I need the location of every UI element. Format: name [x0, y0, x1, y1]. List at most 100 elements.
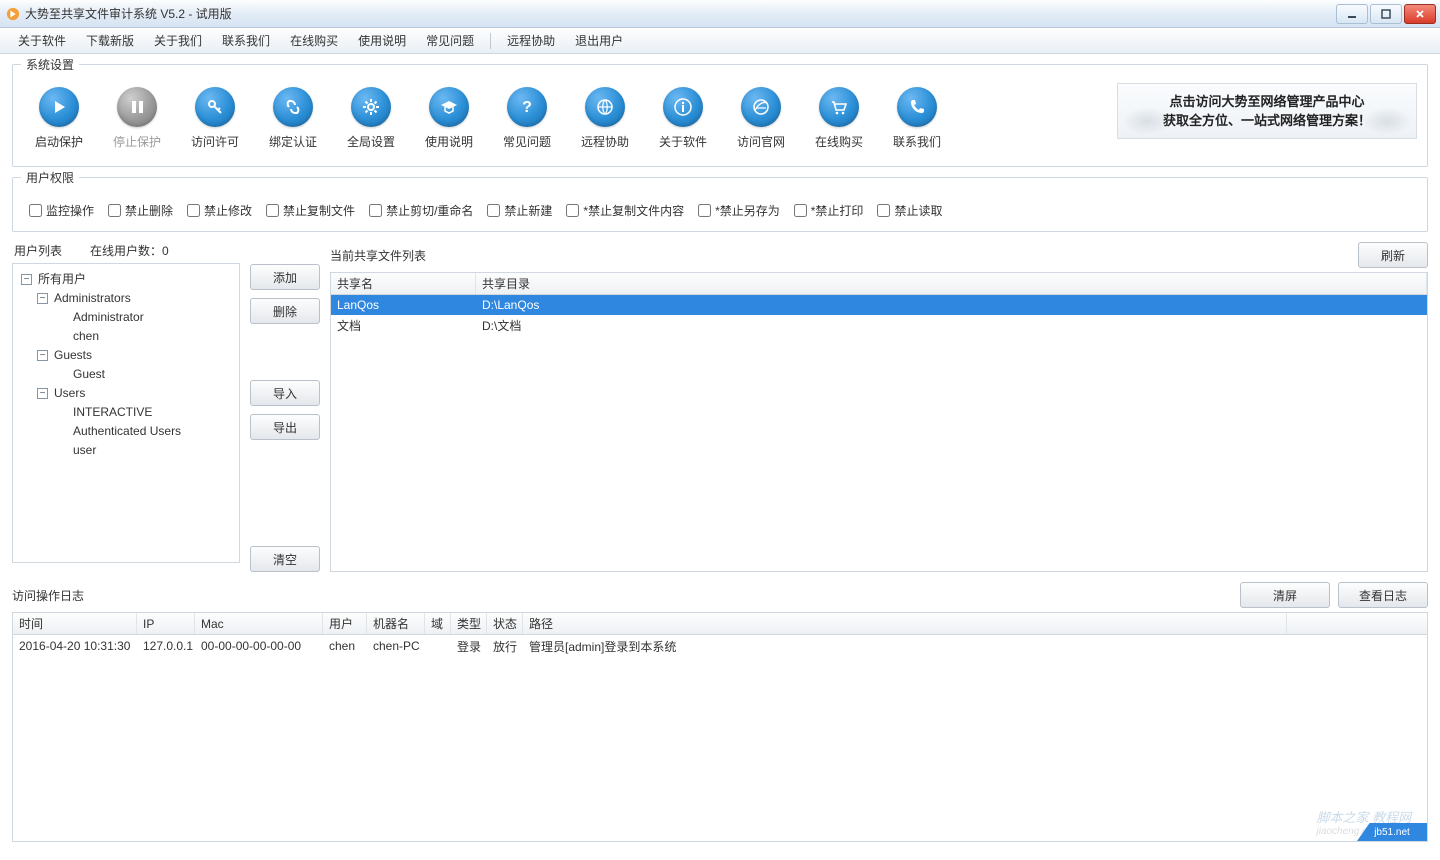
- perm-checkbox[interactable]: [487, 204, 500, 217]
- toolbar-cart-button[interactable]: 在线购买: [811, 87, 867, 150]
- menu-about-us[interactable]: 关于我们: [144, 28, 212, 53]
- perm-check-9[interactable]: 禁止读取: [877, 202, 942, 219]
- perm-checkbox[interactable]: [698, 204, 711, 217]
- toolbar-ie-button[interactable]: 访问官网: [733, 87, 789, 150]
- log-mac-cell: 00-00-00-00-00-00: [195, 639, 323, 653]
- menu-usage[interactable]: 使用说明: [348, 28, 416, 53]
- tree-user[interactable]: Administrator: [71, 310, 146, 324]
- toolbar-play-button[interactable]: 启动保护: [31, 87, 87, 150]
- clear-button[interactable]: 清空: [250, 546, 320, 572]
- toolbar-link-button[interactable]: 绑定认证: [265, 87, 321, 150]
- share-col-name[interactable]: 共享名: [331, 273, 476, 294]
- toolbar-globe-button[interactable]: 远程协助: [577, 87, 633, 150]
- close-button[interactable]: [1404, 4, 1436, 24]
- log-path-cell: 管理员[admin]登录到本系统: [523, 638, 1427, 655]
- log-status-cell: 放行: [487, 638, 523, 655]
- tree-user[interactable]: user: [71, 443, 98, 457]
- toolbar-grad-button[interactable]: 使用说明: [421, 87, 477, 150]
- add-button[interactable]: 添加: [250, 264, 320, 290]
- menu-download-new[interactable]: 下载新版: [76, 28, 144, 53]
- share-row[interactable]: 文档D:\文档: [331, 315, 1427, 335]
- log-type-cell: 登录: [451, 638, 487, 655]
- menu-contact-us[interactable]: 联系我们: [212, 28, 280, 53]
- user-list-label: 用户列表: [14, 242, 62, 259]
- share-row[interactable]: LanQosD:\LanQos: [331, 295, 1427, 315]
- log-col-tail[interactable]: [1287, 613, 1427, 634]
- share-name-cell: LanQos: [331, 298, 476, 312]
- perm-checkbox[interactable]: [29, 204, 42, 217]
- perm-check-5[interactable]: 禁止新建: [487, 202, 552, 219]
- user-tree[interactable]: −所有用户−AdministratorsAdministratorchen−Gu…: [12, 263, 240, 563]
- export-button[interactable]: 导出: [250, 414, 320, 440]
- perm-checkbox[interactable]: [369, 204, 382, 217]
- tree-user[interactable]: chen: [71, 329, 101, 343]
- tree-user[interactable]: INTERACTIVE: [71, 405, 154, 419]
- view-log-button[interactable]: 查看日志: [1338, 582, 1428, 608]
- share-col-path[interactable]: 共享目录: [476, 273, 1427, 294]
- perm-check-7[interactable]: *禁止另存为: [698, 202, 780, 219]
- log-listview[interactable]: 时间 IP Mac 用户 机器名 域 类型 状态 路径 2016-04-20 1…: [12, 612, 1428, 842]
- tree-user[interactable]: Guest: [71, 367, 107, 381]
- tree-group[interactable]: Administrators: [52, 291, 133, 305]
- share-path-cell: D:\LanQos: [476, 298, 786, 312]
- perm-checkbox[interactable]: [566, 204, 579, 217]
- clear-log-button[interactable]: 清屏: [1240, 582, 1330, 608]
- toolbar-question-button[interactable]: ?常见问题: [499, 87, 555, 150]
- perm-check-1[interactable]: 禁止删除: [108, 202, 173, 219]
- refresh-button[interactable]: 刷新: [1358, 242, 1428, 268]
- share-name-cell: 文档: [331, 317, 476, 334]
- expand-icon[interactable]: −: [21, 274, 32, 285]
- log-col-time[interactable]: 时间: [13, 613, 137, 634]
- perm-checkbox[interactable]: [794, 204, 807, 217]
- log-col-domain[interactable]: 域: [425, 613, 451, 634]
- log-col-type[interactable]: 类型: [451, 613, 487, 634]
- link-icon: [273, 87, 313, 127]
- menu-remote-assist[interactable]: 远程协助: [497, 28, 565, 53]
- toolbar-key-button[interactable]: 访问许可: [187, 87, 243, 150]
- tree-group[interactable]: Guests: [52, 348, 94, 362]
- log-col-user[interactable]: 用户: [323, 613, 367, 634]
- perm-checkbox[interactable]: [187, 204, 200, 217]
- toolbar-label: 使用说明: [425, 133, 473, 150]
- menu-logout[interactable]: 退出用户: [565, 28, 633, 53]
- expand-icon[interactable]: −: [37, 350, 48, 361]
- minimize-button[interactable]: [1336, 4, 1368, 24]
- expand-icon[interactable]: −: [37, 388, 48, 399]
- import-button[interactable]: 导入: [250, 380, 320, 406]
- expand-icon[interactable]: −: [37, 293, 48, 304]
- share-listview[interactable]: 共享名 共享目录 LanQosD:\LanQos文档D:\文档: [330, 272, 1428, 572]
- menu-buy-online[interactable]: 在线购买: [280, 28, 348, 53]
- menu-about-software[interactable]: 关于软件: [8, 28, 76, 53]
- perm-check-4[interactable]: 禁止剪切/重命名: [369, 202, 473, 219]
- log-col-machine[interactable]: 机器名: [367, 613, 425, 634]
- corner-badge: jb51.net: [1357, 823, 1427, 841]
- log-col-status[interactable]: 状态: [487, 613, 523, 634]
- perm-label: 禁止复制文件: [283, 202, 355, 219]
- perm-checkbox[interactable]: [266, 204, 279, 217]
- perm-checkbox[interactable]: [108, 204, 121, 217]
- perm-check-6[interactable]: *禁止复制文件内容: [566, 202, 684, 219]
- toolbar-info-button[interactable]: 关于软件: [655, 87, 711, 150]
- perm-label: 禁止删除: [125, 202, 173, 219]
- toolbar-gear-button[interactable]: 全局设置: [343, 87, 399, 150]
- perm-check-0[interactable]: 监控操作: [29, 202, 94, 219]
- toolbar-phone-button[interactable]: 联系我们: [889, 87, 945, 150]
- log-user-cell: chen: [323, 639, 367, 653]
- log-col-path[interactable]: 路径: [523, 613, 1287, 634]
- tree-group[interactable]: Users: [52, 386, 87, 400]
- perm-check-3[interactable]: 禁止复制文件: [266, 202, 355, 219]
- log-col-ip[interactable]: IP: [137, 613, 195, 634]
- log-col-mac[interactable]: Mac: [195, 613, 323, 634]
- delete-button[interactable]: 删除: [250, 298, 320, 324]
- menu-faq[interactable]: 常见问题: [416, 28, 484, 53]
- perm-check-8[interactable]: *禁止打印: [794, 202, 864, 219]
- cart-icon: [819, 87, 859, 127]
- toolbar-label: 访问许可: [191, 133, 239, 150]
- promo-banner[interactable]: 点击访问大势至网络管理产品中心 获取全方位、一站式网络管理方案！: [1117, 83, 1417, 139]
- log-row[interactable]: 2016-04-20 10:31:30127.0.0.100-00-00-00-…: [13, 635, 1427, 657]
- perm-checkbox[interactable]: [877, 204, 890, 217]
- perm-check-2[interactable]: 禁止修改: [187, 202, 252, 219]
- tree-root-node[interactable]: 所有用户: [36, 272, 88, 286]
- tree-user[interactable]: Authenticated Users: [71, 424, 183, 438]
- maximize-button[interactable]: [1370, 4, 1402, 24]
